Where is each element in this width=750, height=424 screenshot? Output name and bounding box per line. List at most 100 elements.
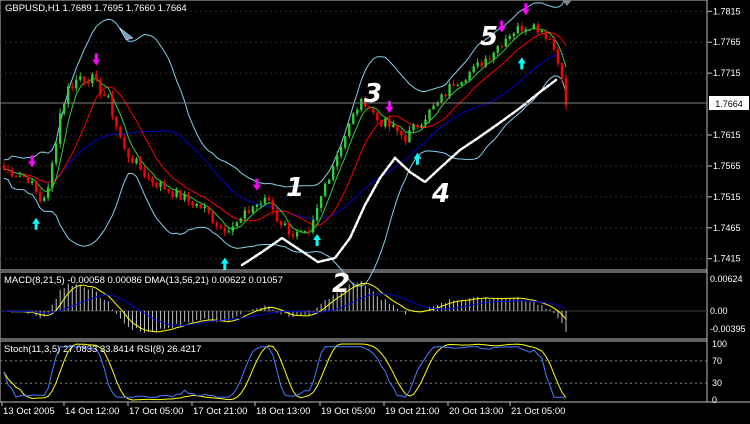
candle-body [299, 231, 303, 233]
candle-body [219, 226, 222, 229]
chart-svg: 12345 0.006240.00-0.00395 10070300 GBPUS… [0, 0, 750, 424]
candle-body [480, 62, 483, 67]
candle-body [508, 35, 511, 39]
candle-body [99, 79, 102, 95]
candle-body [492, 52, 495, 60]
time-label: 17 Oct 05:00 [129, 406, 183, 417]
candle-body [352, 113, 355, 124]
candle-body [524, 29, 528, 32]
candle-body [50, 163, 54, 188]
price-label: 1.7815 [713, 6, 741, 16]
candle-body [223, 228, 226, 232]
candle-body [564, 78, 568, 106]
candle-body [472, 66, 475, 73]
wave-number-4: 4 [431, 179, 450, 209]
candle-body [71, 86, 74, 89]
price-label: 1.7515 [713, 192, 741, 202]
candle-body [46, 187, 50, 198]
candle-body [275, 209, 279, 222]
candle-body [95, 74, 98, 80]
candle-body [131, 157, 134, 164]
candle-body [103, 94, 106, 97]
candle-body [520, 25, 524, 32]
candle-body [432, 105, 435, 110]
candle-body [488, 58, 491, 60]
candle-body [484, 58, 487, 67]
candle-body [79, 76, 82, 80]
candle-body [14, 176, 18, 178]
candle-body [504, 38, 507, 47]
candle-body [115, 116, 118, 127]
macd-axis-label: -0.00395 [710, 324, 746, 334]
candle-body [30, 181, 34, 183]
time-label: 18 Oct 13:00 [256, 406, 310, 417]
macd-header: MACD(8,21,5) -0.00058 0.00086 DMA(13,56,… [4, 275, 283, 286]
wave-number-3: 3 [364, 79, 382, 109]
candle-body [143, 169, 146, 177]
candle-body [548, 38, 552, 40]
stoch-header: Stoch(11,3,5) 27.0833 33.8414 RSI(8) 26.… [4, 344, 201, 355]
candle-body [560, 63, 564, 79]
candle-body [187, 194, 190, 202]
price-label: 1.7765 [713, 37, 741, 47]
candle-body [10, 169, 14, 177]
candle-body [404, 135, 407, 143]
candle-body [215, 222, 218, 227]
candle-body [22, 175, 26, 177]
candle-body [400, 130, 403, 136]
candle-body [440, 94, 443, 103]
candle-body [323, 183, 327, 197]
time-label: 19 Oct 21:00 [385, 406, 439, 417]
candle-body [464, 80, 467, 83]
current-price-label: 1.7664 [715, 99, 743, 109]
candle-body [344, 136, 347, 148]
price-label: 1.7615 [713, 130, 741, 140]
candle-body [251, 206, 255, 213]
wave-number-5: 5 [480, 22, 498, 52]
candle-body [424, 119, 427, 125]
candle-body [271, 200, 275, 210]
candle-body [452, 84, 455, 87]
candle-body [456, 85, 459, 87]
candle-body [311, 219, 315, 233]
candle-body [135, 158, 138, 164]
candle-body [155, 182, 158, 187]
candle-body [428, 109, 431, 120]
candle-body [199, 203, 202, 209]
candle-body [384, 118, 387, 127]
candle-body [339, 147, 343, 156]
candle-body [380, 120, 383, 127]
candle-body [83, 76, 86, 81]
candle-body [6, 169, 10, 171]
candle-body [468, 72, 471, 81]
candle-body [147, 176, 150, 178]
candle-body [163, 182, 166, 190]
time-label: 20 Oct 13:00 [449, 406, 503, 417]
candle-body [476, 62, 479, 67]
candle-body [556, 49, 560, 64]
candle-body [195, 203, 198, 206]
chart-window: 12345 0.00624 0.00 -0.00395 100 70 30 0 GBPUS… [0, 0, 750, 424]
candle-body [107, 95, 110, 97]
candle-body [42, 197, 46, 201]
candle-body [412, 124, 415, 131]
candle-body [151, 177, 154, 183]
candle-body [259, 203, 263, 205]
price-label: 1.7415 [713, 254, 741, 264]
candle-body [283, 223, 287, 226]
macd-axis-label: 0.00624 [710, 274, 743, 284]
candle-body [91, 74, 94, 84]
stoch-axis-label: 70 [712, 356, 722, 366]
candle-body [191, 201, 194, 206]
candle-body [392, 124, 395, 127]
candle-body [18, 175, 22, 177]
candle-body [444, 94, 447, 97]
time-label: 14 Oct 12:00 [65, 406, 119, 417]
candle-body [372, 108, 375, 113]
candle-body [211, 212, 214, 223]
price-label: 1.7715 [713, 68, 741, 78]
candle-body [123, 137, 126, 149]
candle-body [540, 30, 544, 33]
candle-body [179, 189, 182, 200]
candle-body [34, 181, 38, 192]
